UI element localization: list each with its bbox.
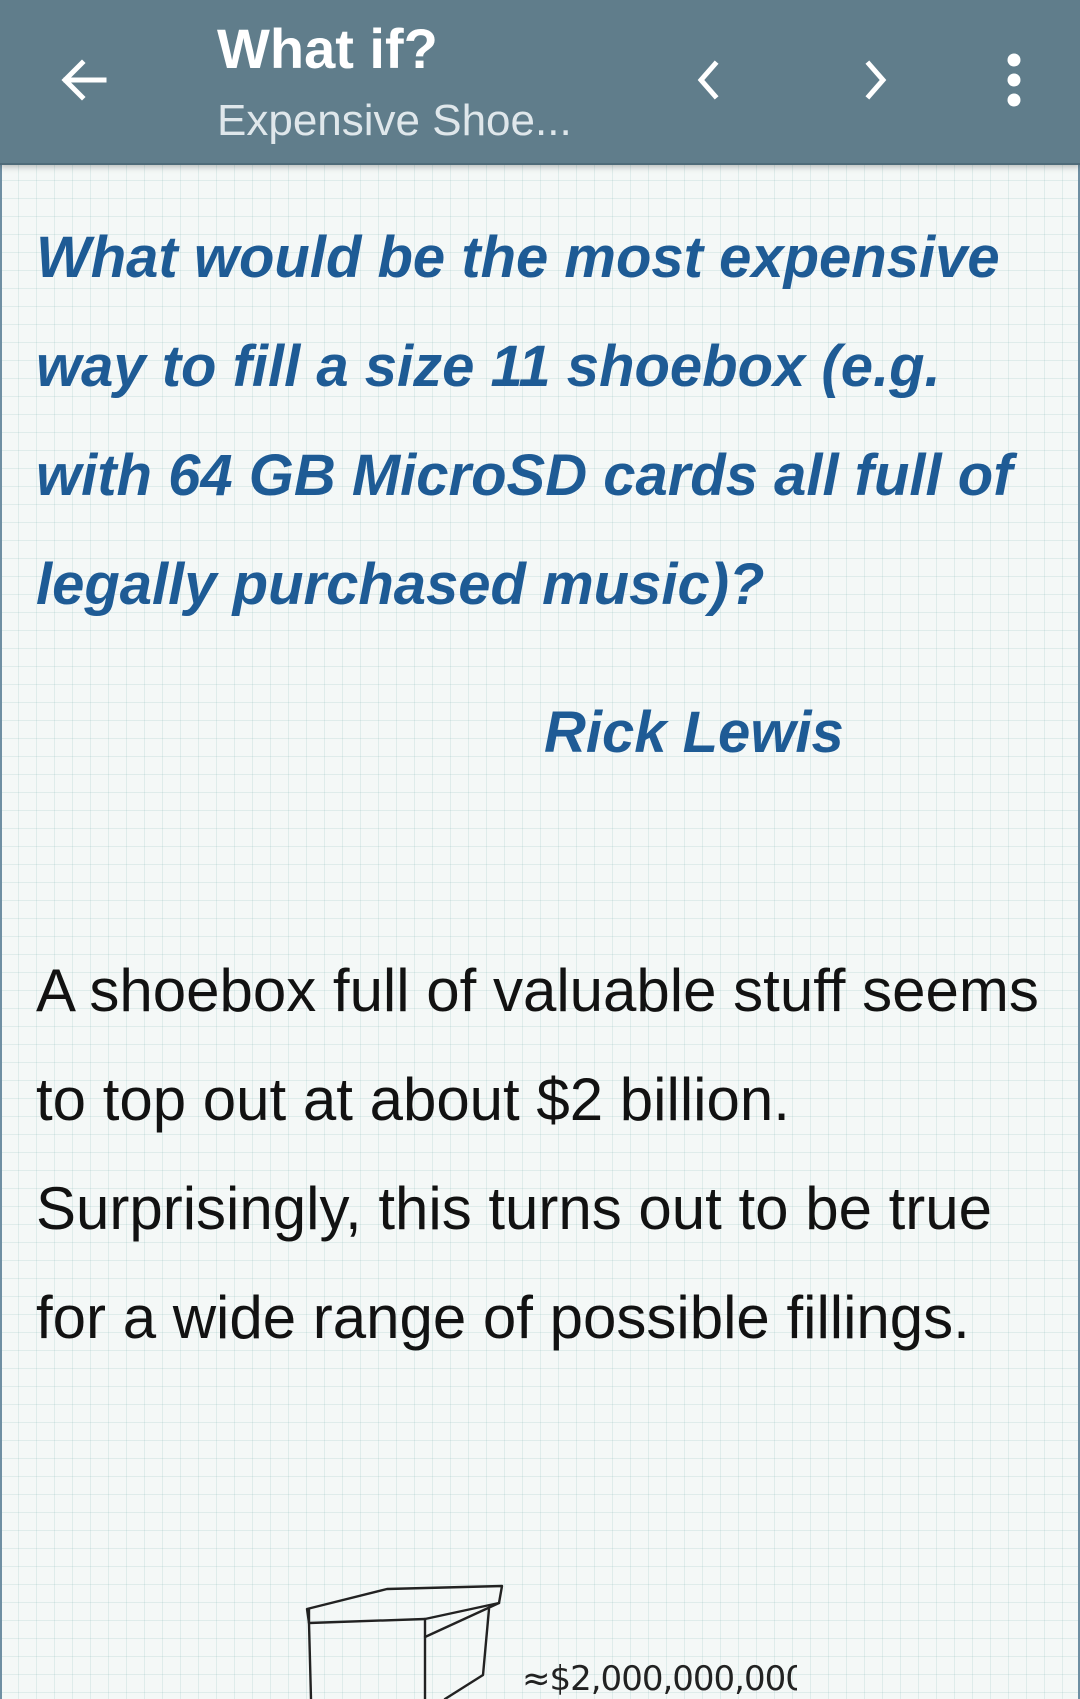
arrow-left-icon [61,59,107,101]
question-author: Rick Lewis [544,700,844,765]
app-bar: What if? Expensive Shoe... [0,0,1080,165]
answer-paragraph: A shoebox full of valuable stuff seems t… [36,957,1039,1351]
app-title: What if? [217,17,438,80]
article-content: What would be the most expensive way to … [0,165,1080,1699]
chevron-left-icon [697,60,719,100]
back-button[interactable] [48,44,120,116]
next-article-button[interactable] [840,44,912,116]
shoebox-drawing-icon [305,1584,504,1699]
more-vertical-icon [1007,53,1021,107]
price-label: ≈$2,000,000,000 [522,1659,797,1699]
previous-article-button[interactable] [672,44,744,116]
shoebox-illustration: ≈$2,000,000,000 [305,1584,797,1699]
overflow-menu-button[interactable] [978,44,1050,116]
reader-question: What would be the most expensive way to … [36,225,1013,617]
article-title: Expensive Shoe... [217,96,572,145]
chevron-right-icon [865,60,887,100]
